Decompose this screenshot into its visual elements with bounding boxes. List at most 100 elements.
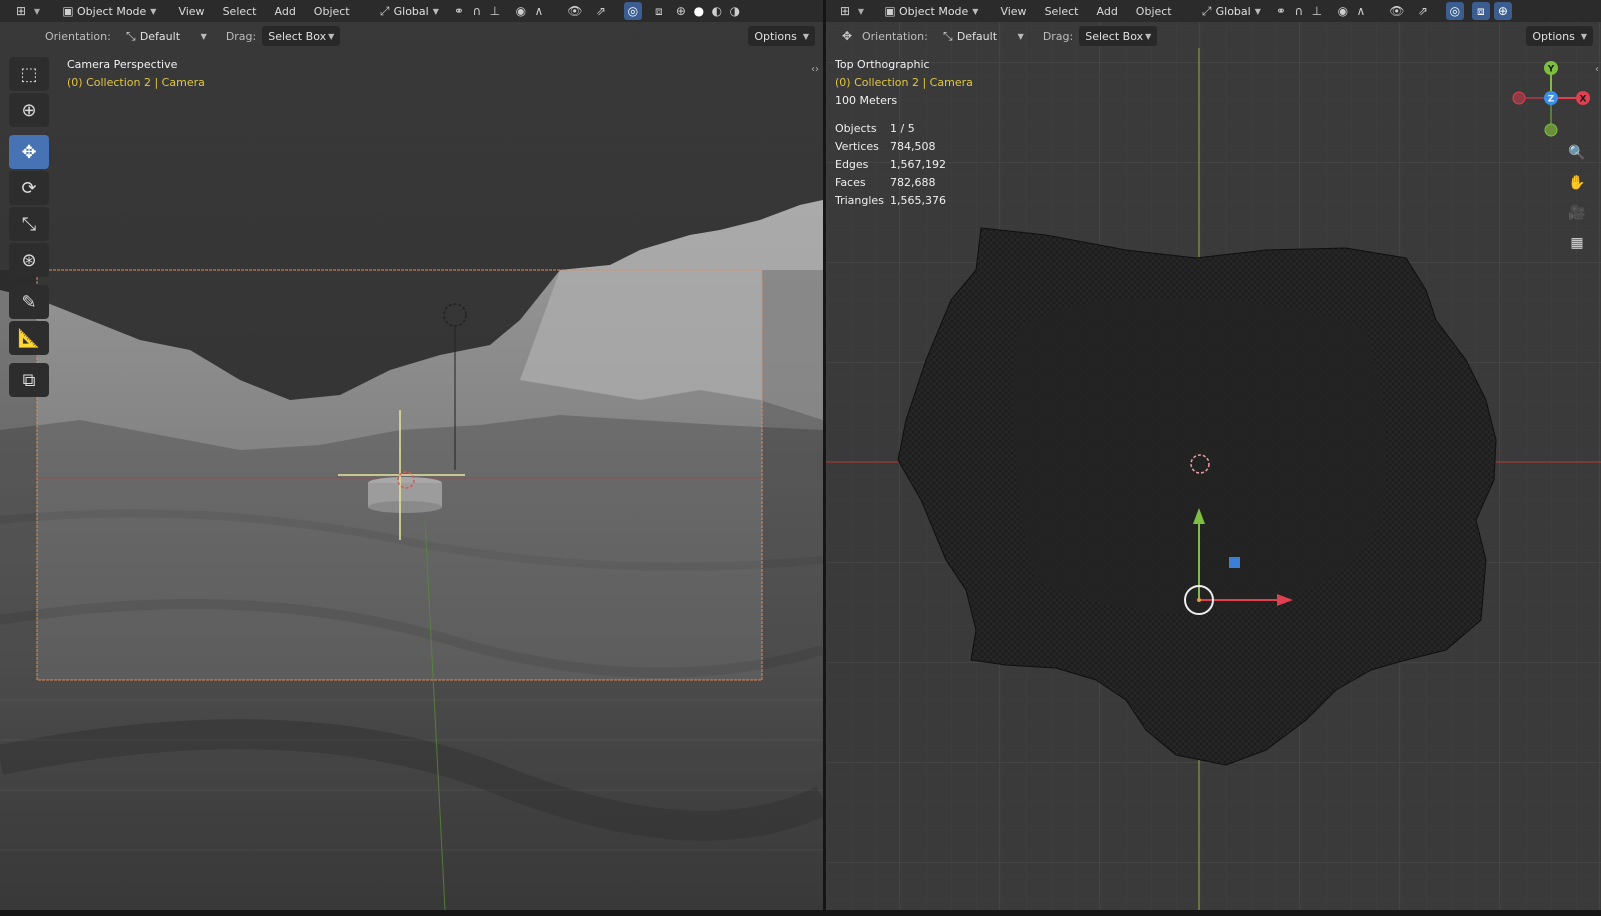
material-shading-icon[interactable]: ◐ [708, 2, 726, 20]
overlays-icon[interactable]: ◎ [1445, 2, 1464, 20]
menu-view[interactable]: View [169, 5, 213, 18]
viewport-header: ⊞ ▼ ▣ Object Mode ▼ View Select Add Obje… [0, 0, 823, 22]
options-button[interactable]: Options ▼ [748, 26, 815, 46]
transform-orientation-dropdown[interactable]: ⤢ Global ▼ [371, 1, 444, 21]
stat-label: Triangles [835, 194, 884, 207]
proportional-edit-icon[interactable]: ◉ [1334, 2, 1352, 20]
drag-value: Select Box [1085, 29, 1144, 43]
menu-add[interactable]: Add [266, 5, 305, 18]
snap-target-icon[interactable]: ⊥ [1308, 2, 1326, 20]
transform-orientation-dropdown[interactable]: ⤢ Global ▼ [1193, 1, 1266, 21]
overlays-icon[interactable]: ◎ [623, 2, 642, 20]
menu-select[interactable]: Select [214, 5, 266, 18]
visibility-icon[interactable]: 👁 [566, 2, 584, 20]
rotate-tool[interactable]: ⟳ [9, 171, 49, 205]
chevron-down-icon: ▼ [857, 6, 865, 16]
drag-label: Drag: [225, 29, 257, 43]
menu-object[interactable]: Object [305, 5, 359, 18]
gizmo-icon[interactable]: ⇗ [592, 2, 610, 20]
pivot-point-icon[interactable]: ⚭ [450, 2, 468, 20]
falloff-icon[interactable]: ∧ [530, 2, 548, 20]
add-cube-icon: ⧉ [22, 369, 36, 391]
wireframe-shading-icon[interactable]: ⊕ [1493, 2, 1512, 20]
proportional-edit-icon[interactable]: ◉ [512, 2, 530, 20]
drag-dropdown[interactable]: Select Box ▼ [1079, 26, 1158, 46]
chevron-down-icon: ▼ [150, 6, 157, 16]
stat-value: 1,567,192 [890, 158, 946, 171]
move-tool[interactable]: ✥ [9, 135, 49, 169]
menu-view[interactable]: View [991, 5, 1035, 18]
rotate-icon: ⟳ [21, 177, 37, 199]
ortho-toggle-button[interactable]: ▦ [1565, 231, 1589, 255]
zoom-button[interactable]: 🔍 [1565, 141, 1589, 165]
navigation-gizmo[interactable]: Y X Z [1511, 56, 1591, 146]
grid-icon: ▦ [1570, 235, 1584, 251]
gizmo-x-label: X [1580, 95, 1587, 105]
orientation-gizmo-icon: ⤡ [943, 28, 953, 43]
scale-tool[interactable]: ⤡ [9, 207, 49, 241]
pan-button[interactable]: ✋ [1565, 171, 1589, 195]
mode-selector[interactable]: ▣ Object Mode ▼ [876, 1, 983, 21]
editor-type-icon[interactable]: ⊞ [836, 2, 854, 20]
options-button[interactable]: Options ▼ [1526, 26, 1593, 46]
menu-object[interactable]: Object [1127, 5, 1181, 18]
object-mode-icon: ▣ [884, 4, 896, 18]
right-viewport-pane[interactable]: ⊞ ▼ ▣ Object Mode ▼ View Select Add Obje… [826, 0, 1601, 910]
tool-settings-header: Orientation: ⤡ Default ▼ Drag: Select Bo… [0, 24, 823, 48]
camera-icon: 🎥 [1568, 205, 1586, 221]
drag-value: Select Box [268, 29, 327, 43]
select-box-tool[interactable]: ⬚ [9, 57, 49, 91]
wireframe-shading-icon[interactable]: ⊕ [672, 2, 690, 20]
sidebar-toggle-icon[interactable]: ‹› [811, 64, 819, 75]
scene-statistics: Objects 1 / 5 Vertices 784,508 Edges 1,567,… [835, 120, 946, 210]
left-viewport-pane[interactable]: ⊞ ▼ ▣ Object Mode ▼ View Select Add Obje… [0, 0, 823, 910]
camera-view-button[interactable]: 🎥 [1565, 201, 1589, 225]
snap-icon[interactable]: ∩ [1290, 2, 1308, 20]
drag-dropdown[interactable]: Select Box ▼ [262, 26, 341, 46]
solid-shading-icon[interactable]: ● [690, 2, 708, 20]
pivot-point-icon[interactable]: ⚭ [1272, 2, 1290, 20]
xray-icon[interactable]: ⧈ [1471, 2, 1490, 20]
editor-type-icon[interactable]: ⊞ [12, 2, 30, 20]
viewport-header: ⊞ ▼ ▣ Object Mode ▼ View Select Add Obje… [826, 0, 1601, 22]
cursor-tool[interactable]: ⊕ [9, 93, 49, 127]
active-collection-label: (0) Collection 2 | Camera [67, 76, 205, 89]
ruler-icon: 📐 [17, 327, 41, 349]
visibility-icon[interactable]: 👁 [1388, 2, 1406, 20]
stat-row: Vertices 784,508 [835, 138, 946, 156]
gizmo-icon[interactable]: ⇗ [1414, 2, 1432, 20]
stat-label: Edges [835, 158, 869, 171]
stat-row: Faces 782,688 [835, 174, 946, 192]
object-mode-icon: ▣ [62, 4, 74, 18]
menu-select[interactable]: Select [1036, 5, 1088, 18]
annotate-tool[interactable]: ✎ [9, 285, 49, 319]
menu-add[interactable]: Add [1088, 5, 1127, 18]
scale-icon: ⤡ [21, 213, 37, 235]
transform-tool[interactable]: ⊛ [9, 243, 49, 277]
grid-scale-label: 100 Meters [835, 94, 898, 107]
snap-icon[interactable]: ∩ [468, 2, 486, 20]
rendered-shading-icon[interactable]: ◑ [726, 2, 744, 20]
stat-value: 1,565,376 [890, 194, 946, 207]
orientation-dropdown[interactable]: ⤡ Default ▼ [117, 26, 212, 46]
orientation-gizmo-icon: ⤡ [126, 28, 136, 43]
snap-target-icon[interactable]: ⊥ [486, 2, 504, 20]
stat-row: Objects 1 / 5 [835, 120, 946, 138]
camera-perspective-viewport[interactable] [0, 0, 823, 910]
mode-label: Object Mode [77, 4, 147, 18]
view-name: Camera Perspective [67, 58, 178, 71]
add-cube-tool[interactable]: ⧉ [9, 363, 49, 397]
transform-icon: ⊛ [21, 249, 37, 271]
crosshair-cursor-icon: ⊕ [21, 99, 37, 121]
mode-selector[interactable]: ▣ Object Mode ▼ [54, 1, 161, 21]
orientation-dropdown[interactable]: ⤡ Default ▼ [934, 26, 1029, 46]
xray-icon[interactable]: ⧈ [650, 2, 668, 20]
chevron-down-icon: ▼ [802, 31, 809, 41]
sidebar-toggle-icon[interactable]: ‹ [1595, 64, 1599, 75]
chevron-down-icon: ▼ [432, 6, 439, 16]
options-label: Options [754, 29, 797, 43]
move-arrows-icon: ✥ [21, 141, 37, 163]
falloff-icon[interactable]: ∧ [1352, 2, 1370, 20]
tool-shelf: ⬚ ⊕ ✥ ⟳ ⤡ ⊛ ✎ 📐 ⧉ [9, 57, 49, 399]
measure-tool[interactable]: 📐 [9, 321, 49, 355]
